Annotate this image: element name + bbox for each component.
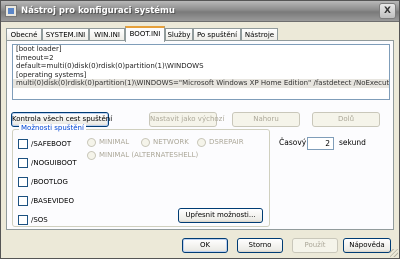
boot-ini-line[interactable]: default=multi(0)disk(0)rdisk(0)partition…: [13, 62, 389, 71]
dsrepair-label: DSREPAIR: [209, 138, 244, 146]
safeboot-label: /SAFEBOOT: [31, 140, 72, 148]
timeout-unit-label: sekund: [339, 138, 366, 147]
boot-options-label: Možnosti spuštění: [19, 124, 86, 132]
cancel-button[interactable]: Storno: [237, 238, 283, 253]
safeboot-checkbox[interactable]: /SAFEBOOT: [18, 139, 71, 151]
dsrepair-radio[interactable]: DSREPAIR: [197, 137, 244, 149]
title-bar[interactable]: Nástroj pro konfiguraci systému X: [1, 1, 399, 22]
boot-ini-line-selected[interactable]: multi(0)disk(0)rdisk(0)partition(1)\WIND…: [13, 79, 389, 88]
boot-ini-panel: [boot loader] timeout=2 default=multi(0)…: [6, 40, 394, 230]
basevideo-label: /BASEVIDEO: [31, 197, 74, 205]
boot-ini-listbox[interactable]: [boot loader] timeout=2 default=multi(0)…: [12, 44, 390, 100]
boot-ini-line[interactable]: [boot loader]: [13, 45, 389, 54]
ok-button[interactable]: OK: [182, 238, 228, 253]
minimal-alternateshell-radio[interactable]: MINIMAL (ALTERNATESHELL): [87, 150, 198, 162]
noguiboot-label: /NOGUIBOOT: [31, 159, 77, 167]
minimal-alternateshell-label: MINIMAL (ALTERNATESHELL): [99, 151, 199, 159]
window-title: Nástroj pro konfiguraci systému: [21, 6, 175, 16]
move-down-button[interactable]: Dolů: [312, 112, 380, 127]
tab-boot-ini[interactable]: BOOT.INI: [125, 26, 165, 42]
bootlog-label: /BOOTLOG: [31, 178, 68, 186]
sos-label: /SOS: [31, 216, 48, 224]
minimal-label: MINIMAL: [99, 138, 130, 146]
advanced-options-button[interactable]: Upřesnit možnosti...: [178, 208, 263, 223]
noguiboot-checkbox[interactable]: /NOGUIBOOT: [18, 158, 77, 170]
timeout-input[interactable]: 2: [307, 137, 334, 150]
boot-ini-line[interactable]: [operating systems]: [13, 71, 389, 80]
close-button[interactable]: X: [379, 3, 396, 19]
bootlog-checkbox[interactable]: /BOOTLOG: [18, 177, 68, 189]
app-icon: [5, 5, 17, 17]
minimal-radio[interactable]: MINIMAL: [87, 137, 129, 149]
help-button[interactable]: Nápověda: [343, 238, 391, 253]
system-config-window: Nástroj pro konfiguraci systému X Obecné…: [0, 0, 400, 259]
timeout-label: Časový: [279, 138, 307, 147]
set-default-button[interactable]: Nastavit jako výchozí: [149, 112, 224, 127]
network-radio[interactable]: NETWORK: [141, 137, 189, 149]
basevideo-checkbox[interactable]: /BASEVIDEO: [18, 196, 74, 208]
resize-grip[interactable]: [390, 249, 398, 257]
move-up-button[interactable]: Nahoru: [232, 112, 300, 127]
network-label: NETWORK: [153, 138, 189, 146]
apply-button[interactable]: Použít: [292, 238, 338, 253]
boot-ini-line[interactable]: timeout=2: [13, 54, 389, 63]
boot-options-group: Možnosti spuštění /SAFEBOOT /NOGUIBOOT /…: [12, 124, 270, 227]
sos-checkbox[interactable]: /SOS: [18, 215, 48, 227]
